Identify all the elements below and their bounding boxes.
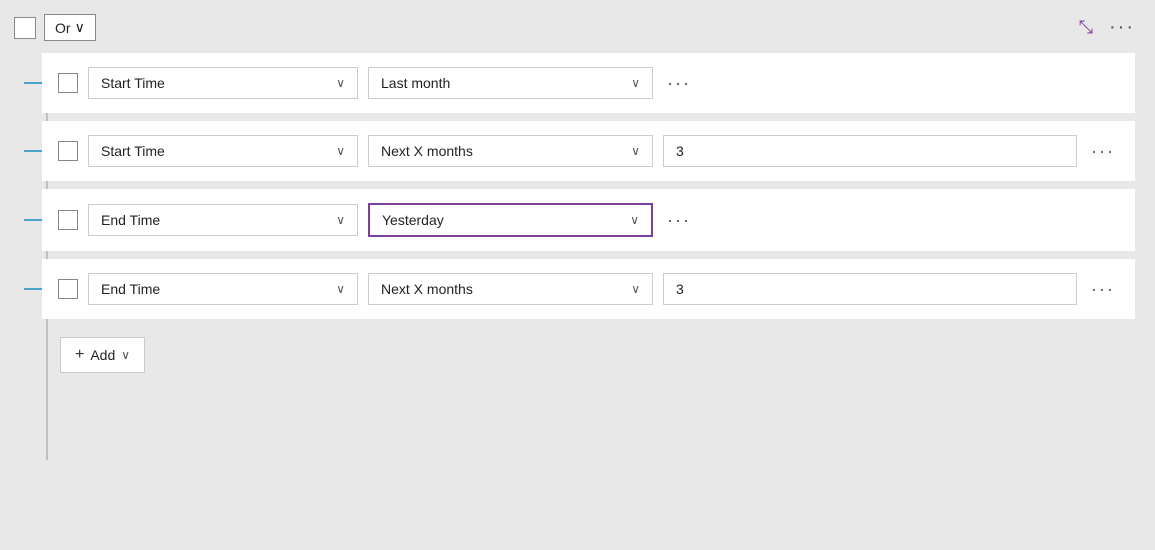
row-connector [24, 150, 42, 152]
row-2-field-chevron-icon: ∨ [336, 144, 345, 158]
add-label: Add [90, 347, 115, 363]
add-section: + Add ∨ [60, 337, 1135, 373]
row-3-condition-chevron-icon: ∨ [630, 213, 639, 227]
or-label: Or [55, 20, 71, 36]
row-2-dots-icon[interactable]: ··· [1087, 141, 1119, 162]
or-button[interactable]: Or ∨ [44, 14, 96, 41]
row-2-checkbox[interactable] [58, 141, 78, 161]
row-4-dots-icon[interactable]: ··· [1087, 279, 1119, 300]
row-1-field-chevron-icon: ∨ [336, 76, 345, 90]
row-1-condition-dropdown[interactable]: Last month ∨ [368, 67, 653, 99]
row-2-value-input[interactable] [663, 135, 1077, 167]
add-plus-icon: + [75, 346, 84, 364]
content-area: Start Time ∨ Last month ∨ ··· Start Time… [42, 53, 1135, 373]
row-4-condition-label: Next X months [381, 281, 473, 297]
row-3-dots-icon[interactable]: ··· [663, 210, 695, 231]
row-2-field-dropdown[interactable]: Start Time ∨ [88, 135, 358, 167]
row-3-condition-dropdown[interactable]: Yesterday ∨ [368, 203, 653, 237]
row-4-condition-chevron-icon: ∨ [631, 282, 640, 296]
row-1-dots-icon[interactable]: ··· [663, 73, 695, 94]
row-1-field-dropdown[interactable]: Start Time ∨ [88, 67, 358, 99]
or-chevron-icon: ∨ [75, 19, 85, 36]
row-2-condition-dropdown[interactable]: Next X months ∨ [368, 135, 653, 167]
row-2-condition-chevron-icon: ∨ [631, 144, 640, 158]
add-chevron-icon: ∨ [121, 348, 130, 362]
row-1-condition-label: Last month [381, 75, 450, 91]
row-1-field-label: Start Time [101, 75, 165, 91]
row-connector [24, 288, 42, 290]
row-3-field-chevron-icon: ∨ [336, 213, 345, 227]
filter-row: Start Time ∨ Last month ∨ ··· [42, 53, 1135, 113]
top-checkbox[interactable] [14, 17, 36, 39]
row-4-field-dropdown[interactable]: End Time ∨ [88, 273, 358, 305]
filter-row: End Time ∨ Yesterday ∨ ··· [42, 189, 1135, 251]
row-4-field-chevron-icon: ∨ [336, 282, 345, 296]
row-4-checkbox[interactable] [58, 279, 78, 299]
row-3-field-dropdown[interactable]: End Time ∨ [88, 204, 358, 236]
rows-wrapper: Start Time ∨ Last month ∨ ··· Start Time… [42, 53, 1135, 373]
row-4-field-label: End Time [101, 281, 160, 297]
row-4-value-input[interactable] [663, 273, 1077, 305]
row-connector [24, 82, 42, 84]
top-bar: Or ∨ ⤡ ··· [14, 14, 1135, 41]
row-3-checkbox[interactable] [58, 210, 78, 230]
page-container: Or ∨ ⤡ ··· Start Time ∨ Last month [0, 0, 1155, 550]
filter-row: Start Time ∨ Next X months ∨ ··· [42, 121, 1135, 181]
top-right: ⤡ ··· [1079, 16, 1135, 39]
row-2-field-label: Start Time [101, 143, 165, 159]
row-1-checkbox[interactable] [58, 73, 78, 93]
filter-row: End Time ∨ Next X months ∨ ··· [42, 259, 1135, 319]
row-2-condition-label: Next X months [381, 143, 473, 159]
row-3-condition-label: Yesterday [382, 212, 444, 228]
row-1-condition-chevron-icon: ∨ [631, 76, 640, 90]
row-4-condition-dropdown[interactable]: Next X months ∨ [368, 273, 653, 305]
add-button[interactable]: + Add ∨ [60, 337, 145, 373]
row-3-field-label: End Time [101, 212, 160, 228]
row-connector [24, 219, 42, 221]
compress-icon[interactable]: ⤡ [1079, 17, 1093, 38]
top-left: Or ∨ [14, 14, 96, 41]
top-dots-icon[interactable]: ··· [1109, 16, 1135, 39]
